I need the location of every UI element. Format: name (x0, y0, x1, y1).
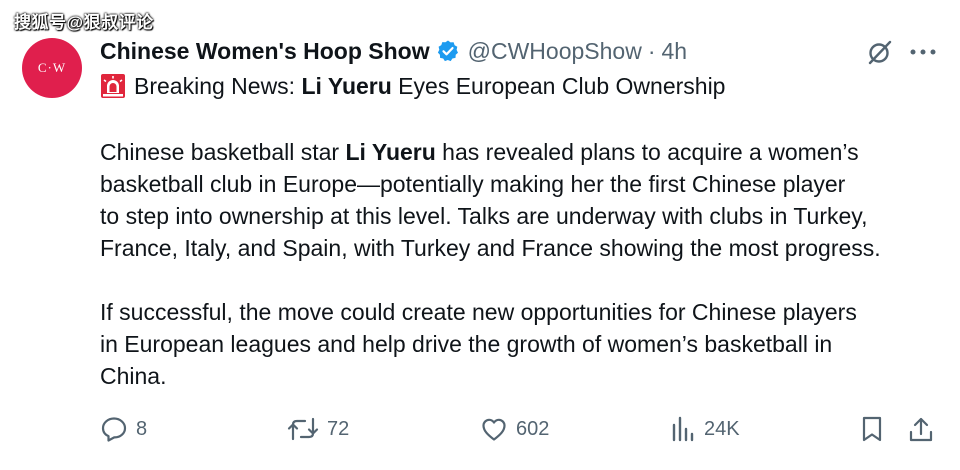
tweet-actions-bar: 8 72 602 24K (0, 414, 960, 444)
tweet-paragraph-1: Chinese basketball star Li Yueru has rev… (100, 136, 950, 264)
repost-button[interactable]: 72 (287, 414, 349, 444)
bold-name: Li Yueru (345, 139, 436, 165)
bookmark-icon (860, 415, 884, 443)
paragraph-1-line-2: basketball club in Europe—potentially ma… (100, 171, 846, 197)
repost-icon (287, 415, 319, 443)
headline-suffix: Eyes European Club Ownership (391, 73, 726, 99)
line-prefix: Chinese basketball star (100, 139, 346, 165)
paragraph-1-line-3: to step into ownership at this level. Ta… (100, 203, 868, 229)
separator-dot: · (647, 37, 656, 64)
repost-count: 72 (327, 417, 350, 440)
reply-button[interactable]: 8 (100, 414, 147, 444)
headline-bold-name: Li Yueru (301, 73, 392, 99)
verified-badge-icon (436, 39, 460, 63)
paragraph-2-line-2: in European leagues and help drive the g… (100, 331, 833, 357)
line-suffix: has revealed plans to acquire a women’s (435, 139, 859, 165)
timestamp[interactable]: 4h (662, 38, 688, 65)
avatar-text: C·W (37, 60, 67, 75)
rotating-light-emoji-icon (100, 73, 126, 99)
watermark: 搜狐号@狠叔评论 (14, 13, 154, 32)
bookmark-button[interactable] (860, 414, 884, 444)
views-count: 24K (704, 417, 740, 440)
more-icon[interactable] (908, 38, 938, 66)
grok-icon[interactable] (866, 38, 894, 66)
reply-icon (100, 415, 128, 443)
views-icon (670, 415, 696, 443)
headline-prefix: Breaking News: (134, 73, 302, 99)
paragraph-1-line-4: France, Italy, and Spain, with Turkey an… (100, 235, 881, 261)
heart-icon (480, 415, 508, 443)
avatar[interactable]: C·W (22, 38, 82, 98)
views-button[interactable]: 24K (670, 414, 740, 444)
tweet-paragraph-2: If successful, the move could create new… (100, 296, 950, 392)
tweet-header: Chinese Women's Hoop Show @CWHoopShow · … (100, 36, 687, 66)
display-name[interactable]: Chinese Women's Hoop Show (100, 38, 430, 65)
share-icon (908, 415, 934, 443)
tweet-headline: Breaking News: Li Yueru Eyes European Cl… (100, 70, 725, 102)
like-count: 602 (516, 417, 550, 440)
paragraph-2-line-3: China. (100, 363, 167, 389)
like-button[interactable]: 602 (480, 414, 549, 444)
handle[interactable]: @CWHoopShow (468, 38, 642, 65)
paragraph-1-line-1: Chinese basketball star Li Yueru has rev… (100, 136, 950, 168)
reply-count: 8 (136, 417, 148, 440)
paragraph-2-line-1: If successful, the move could create new… (100, 299, 857, 325)
share-button[interactable] (908, 414, 934, 444)
